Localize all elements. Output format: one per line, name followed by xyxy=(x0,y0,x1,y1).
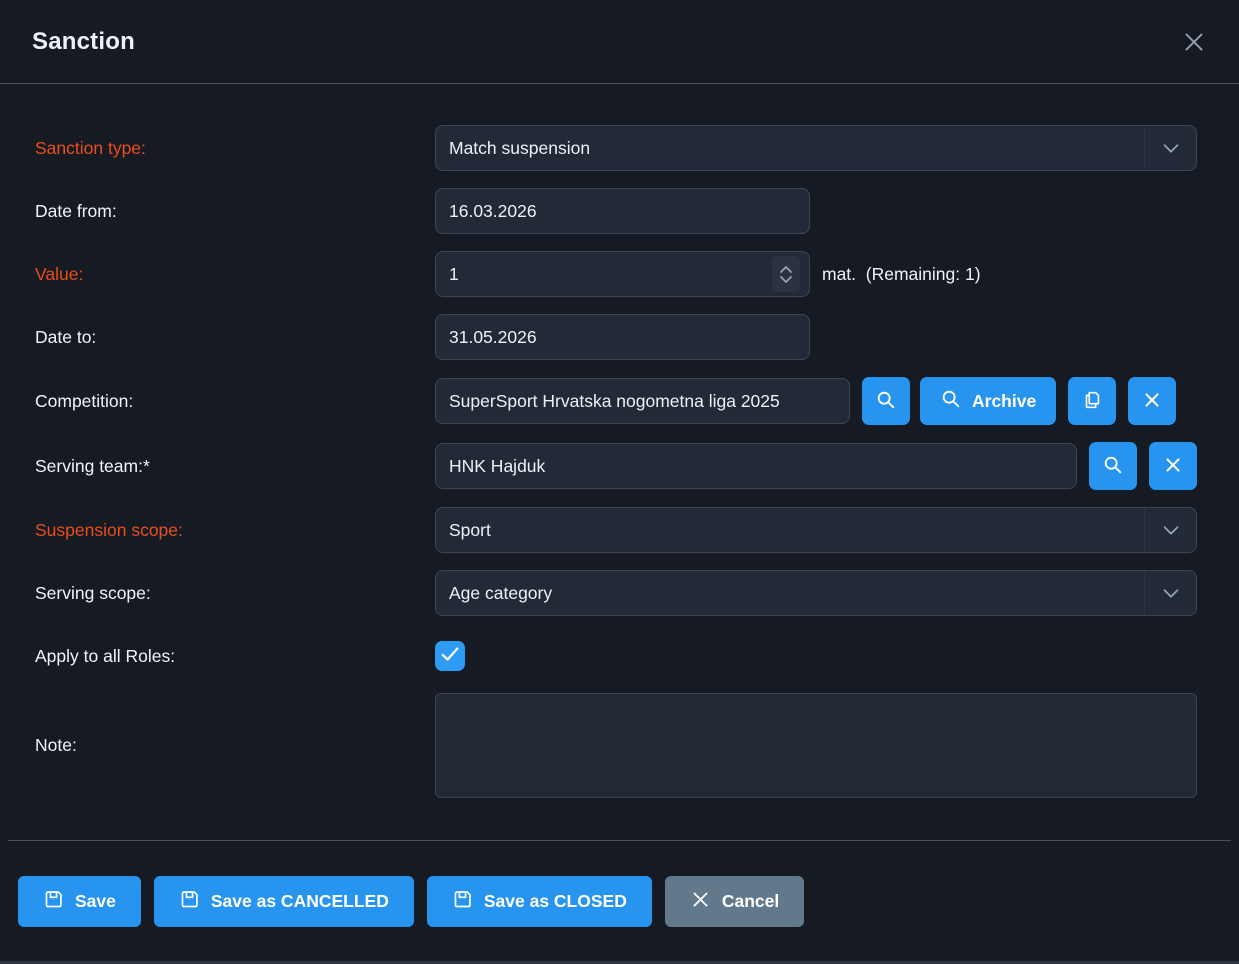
competition-clear-button[interactable] xyxy=(1128,377,1176,425)
row-date-from: Date from: xyxy=(0,188,1239,234)
serving-scope-select[interactable]: Age category xyxy=(435,570,1197,616)
save-button-label: Save xyxy=(75,891,116,912)
search-icon xyxy=(940,388,962,415)
chevron-down-icon[interactable] xyxy=(1144,508,1196,552)
cancel-button[interactable]: Cancel xyxy=(665,876,804,927)
save-icon xyxy=(452,889,473,915)
number-spinner[interactable] xyxy=(772,256,800,292)
x-icon xyxy=(1162,454,1184,479)
search-icon xyxy=(875,389,897,414)
x-icon xyxy=(1141,389,1163,414)
save-as-cancelled-label: Save as CANCELLED xyxy=(211,891,389,912)
save-as-closed-button[interactable]: Save as CLOSED xyxy=(427,876,652,927)
note-textarea[interactable] xyxy=(435,693,1197,798)
sanction-form: Sanction type: Match suspension Date fro… xyxy=(0,84,1239,798)
close-icon[interactable] xyxy=(1179,27,1209,57)
serving-team-search-button[interactable] xyxy=(1089,442,1137,490)
checkmark-icon xyxy=(439,643,461,670)
date-from-input[interactable] xyxy=(449,201,796,222)
suspension-scope-value: Sport xyxy=(449,520,491,541)
x-icon xyxy=(690,889,711,915)
serving-team-field xyxy=(435,443,1077,489)
date-from-label: Date from: xyxy=(0,201,435,222)
row-sanction-type: Sanction type: Match suspension xyxy=(0,125,1239,171)
suspension-scope-label: Suspension scope: xyxy=(0,520,435,541)
dialog-footer: Save Save as CANCELLED Save as CLOSED Ca… xyxy=(0,876,1239,927)
sanction-type-value: Match suspension xyxy=(449,138,590,159)
row-note: Note: xyxy=(0,693,1239,798)
competition-archive-button[interactable]: Archive xyxy=(920,377,1056,425)
value-field xyxy=(435,251,810,297)
footer-divider xyxy=(8,840,1231,841)
note-label: Note: xyxy=(0,735,435,756)
suspension-scope-select[interactable]: Sport xyxy=(435,507,1197,553)
row-serving-scope: Serving scope: Age category xyxy=(0,570,1239,616)
value-input[interactable] xyxy=(449,264,772,285)
date-to-input[interactable] xyxy=(449,327,796,348)
date-to-field xyxy=(435,314,810,360)
competition-label: Competition: xyxy=(0,391,435,412)
value-suffix: mat. (Remaining: 1) xyxy=(822,264,981,285)
chevron-down-icon[interactable] xyxy=(1144,571,1196,615)
save-icon xyxy=(179,889,200,915)
row-competition: Competition: Archive xyxy=(0,377,1239,425)
chevron-down-icon[interactable] xyxy=(1144,126,1196,170)
serving-team-input[interactable] xyxy=(449,456,1063,477)
date-from-field xyxy=(435,188,810,234)
archive-button-label: Archive xyxy=(972,391,1036,412)
serving-scope-value: Age category xyxy=(449,583,552,604)
competition-search-button[interactable] xyxy=(862,377,910,425)
cancel-button-label: Cancel xyxy=(722,891,779,912)
dialog-header: Sanction xyxy=(0,0,1239,84)
dialog-title: Sanction xyxy=(32,28,135,56)
date-to-label: Date to: xyxy=(0,327,435,348)
serving-scope-label: Serving scope: xyxy=(0,583,435,604)
apply-all-roles-checkbox[interactable] xyxy=(435,641,465,671)
competition-field xyxy=(435,378,850,424)
competition-input[interactable] xyxy=(449,391,836,412)
value-label: Value: xyxy=(0,264,435,285)
serving-team-clear-button[interactable] xyxy=(1149,442,1197,490)
save-icon xyxy=(43,889,64,915)
search-icon xyxy=(1102,454,1124,479)
sanction-type-select[interactable]: Match suspension xyxy=(435,125,1197,171)
row-date-to: Date to: xyxy=(0,314,1239,360)
row-apply-all-roles: Apply to all Roles: xyxy=(0,641,1239,671)
save-as-cancelled-button[interactable]: Save as CANCELLED xyxy=(154,876,414,927)
copy-icon xyxy=(1081,389,1103,414)
save-as-closed-label: Save as CLOSED xyxy=(484,891,627,912)
competition-copy-button[interactable] xyxy=(1068,377,1116,425)
serving-team-label: Serving team:* xyxy=(0,456,435,477)
row-serving-team: Serving team:* xyxy=(0,442,1239,490)
save-button[interactable]: Save xyxy=(18,876,141,927)
row-value: Value: mat. (Remaining: 1) xyxy=(0,251,1239,297)
apply-all-roles-label: Apply to all Roles: xyxy=(0,646,435,667)
row-suspension-scope: Suspension scope: Sport xyxy=(0,507,1239,553)
sanction-type-label: Sanction type: xyxy=(0,138,435,159)
